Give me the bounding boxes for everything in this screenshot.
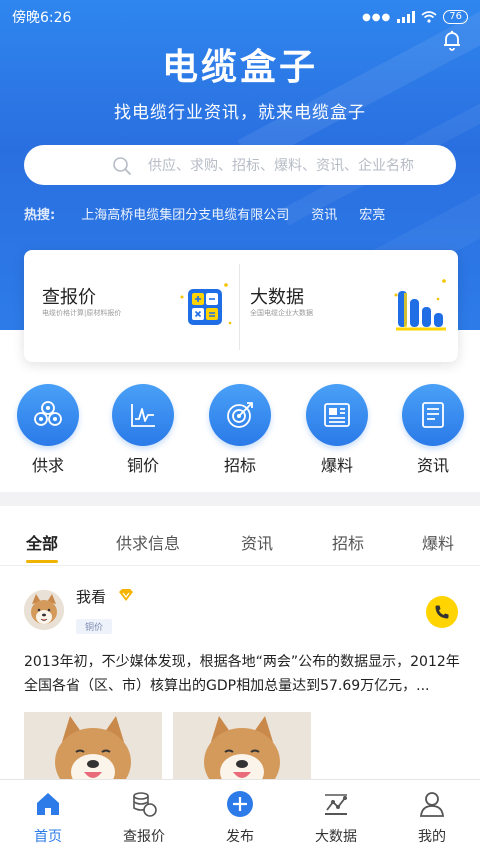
hot-search-label: 热搜: (24, 207, 56, 223)
app-screen: 傍晚6:26 ●●● 76 电缆盒子 找电缆行业资讯，就来电缆盒子 供应、求购、… (0, 0, 480, 853)
search-bar[interactable]: 供应、求购、招标、爆料、资讯、企业名称 (24, 145, 456, 185)
tab-info[interactable]: 资讯 (241, 530, 273, 554)
tab-bid[interactable]: 招标 (332, 530, 364, 554)
price-chart-icon (131, 404, 155, 427)
post-text: 2013年初，不少媒体发现，根据各地“两会”公布的数据显示，2012年全国各省（… (24, 654, 460, 694)
bottom-nav: 首页 查报价 发布 大数据 我的 (0, 779, 480, 853)
category-info[interactable]: 资讯 (388, 382, 478, 475)
dog-avatar-icon (24, 590, 64, 630)
category-icon-bg (17, 384, 79, 446)
status-time: 傍晚6:26 (12, 10, 72, 26)
quote-feature[interactable]: 查报价 电缆价格计算|原材料报价 (24, 250, 240, 362)
post-tag: 铜价 (76, 619, 113, 634)
document-icon (422, 402, 444, 428)
wifi-icon (421, 11, 437, 23)
nav-publish[interactable]: 发布 (192, 780, 288, 853)
nav-label: 我的 (418, 829, 446, 845)
dog-photo-icon (24, 712, 162, 786)
hot-keyword[interactable]: 上海高桥电缆集团分支电缆有限公司 (81, 204, 289, 223)
avatar[interactable] (24, 590, 64, 630)
nav-quote[interactable]: 查报价 (96, 780, 192, 853)
signal-icon (397, 11, 416, 23)
bar-chart-icon (394, 279, 446, 331)
app-title: 电缆盒子 (161, 47, 318, 88)
vip-diamond-icon (119, 589, 133, 601)
dog-photo-icon (173, 712, 311, 786)
status-bar: 傍晚6:26 ●●● 76 (0, 0, 480, 34)
nav-label: 首页 (34, 829, 62, 845)
battery-icon: 76 (443, 10, 468, 24)
feed-post[interactable]: 我看 铜价 2013年初，不少媒体发现，根据各地“两会”公布的数据显示，2012… (0, 576, 480, 786)
feature-title: 查报价 (42, 287, 96, 308)
category-row: 供求 铜价 招标 爆料 资讯 (0, 382, 480, 475)
nav-label: 查报价 (123, 829, 165, 845)
nav-mine[interactable]: 我的 (384, 780, 480, 853)
category-icon-bg (402, 384, 464, 446)
category-news-tip[interactable]: 爆料 (292, 382, 382, 475)
plus-circle-icon (227, 791, 253, 817)
cable-icon (34, 401, 62, 426)
bigdata-feature[interactable]: 大数据 全国电缆企业大数据 (240, 250, 456, 362)
category-label: 资讯 (416, 456, 449, 475)
newspaper-icon (324, 403, 350, 427)
category-label: 招标 (223, 456, 256, 475)
category-label: 供求 (31, 456, 64, 475)
feature-subtitle: 电缆价格计算|原材料报价 (42, 309, 122, 317)
hot-keyword[interactable]: 资讯 (311, 204, 337, 223)
hot-keyword[interactable]: 宏亮 (359, 204, 385, 223)
active-tab-indicator (26, 560, 58, 563)
calculator-icon (180, 283, 232, 325)
post-username[interactable]: 我看 (76, 586, 106, 607)
trend-icon (325, 794, 347, 815)
nav-home[interactable]: 首页 (0, 780, 96, 853)
feature-subtitle: 全国电缆企业大数据 (250, 309, 313, 317)
category-icon-bg (209, 384, 271, 446)
hot-search: 热搜: 上海高桥电缆集团分支电缆有限公司 资讯 宏亮 (24, 202, 464, 224)
tab-all[interactable]: 全部 (26, 530, 58, 554)
phone-icon (435, 605, 449, 619)
category-supply[interactable]: 供求 (3, 382, 93, 475)
user-icon (420, 792, 444, 817)
target-icon (227, 402, 253, 428)
search-placeholder: 供应、求购、招标、爆料、资讯、企业名称 (148, 158, 414, 174)
nav-bigdata[interactable]: 大数据 (288, 780, 384, 853)
category-label: 铜价 (126, 456, 159, 475)
post-image[interactable] (24, 712, 162, 786)
home-icon (37, 793, 59, 815)
nav-label: 发布 (226, 829, 254, 845)
coins-icon (133, 792, 157, 817)
category-bid[interactable]: 招标 (195, 382, 285, 475)
more-dots-icon: ●●● (362, 11, 392, 23)
tab-news-tip[interactable]: 爆料 (422, 530, 454, 554)
tab-supply-info[interactable]: 供求信息 (116, 530, 180, 554)
feature-title: 大数据 (250, 287, 304, 308)
app-slogan: 找电缆行业资讯，就来电缆盒子 (114, 103, 366, 123)
search-icon (113, 157, 131, 175)
feature-card: 查报价 电缆价格计算|原材料报价 大数据 全国电缆企业大数据 (24, 250, 458, 362)
category-icon-bg (112, 384, 174, 446)
feed-tabs: 全部 供求信息 资讯 招标 爆料 (0, 520, 480, 566)
section-separator (0, 492, 480, 506)
call-button[interactable] (426, 596, 458, 628)
category-icon-bg (306, 384, 368, 446)
category-label: 爆料 (320, 456, 353, 475)
category-copper[interactable]: 铜价 (98, 382, 188, 475)
nav-label: 大数据 (315, 829, 357, 845)
post-image[interactable] (173, 712, 311, 786)
